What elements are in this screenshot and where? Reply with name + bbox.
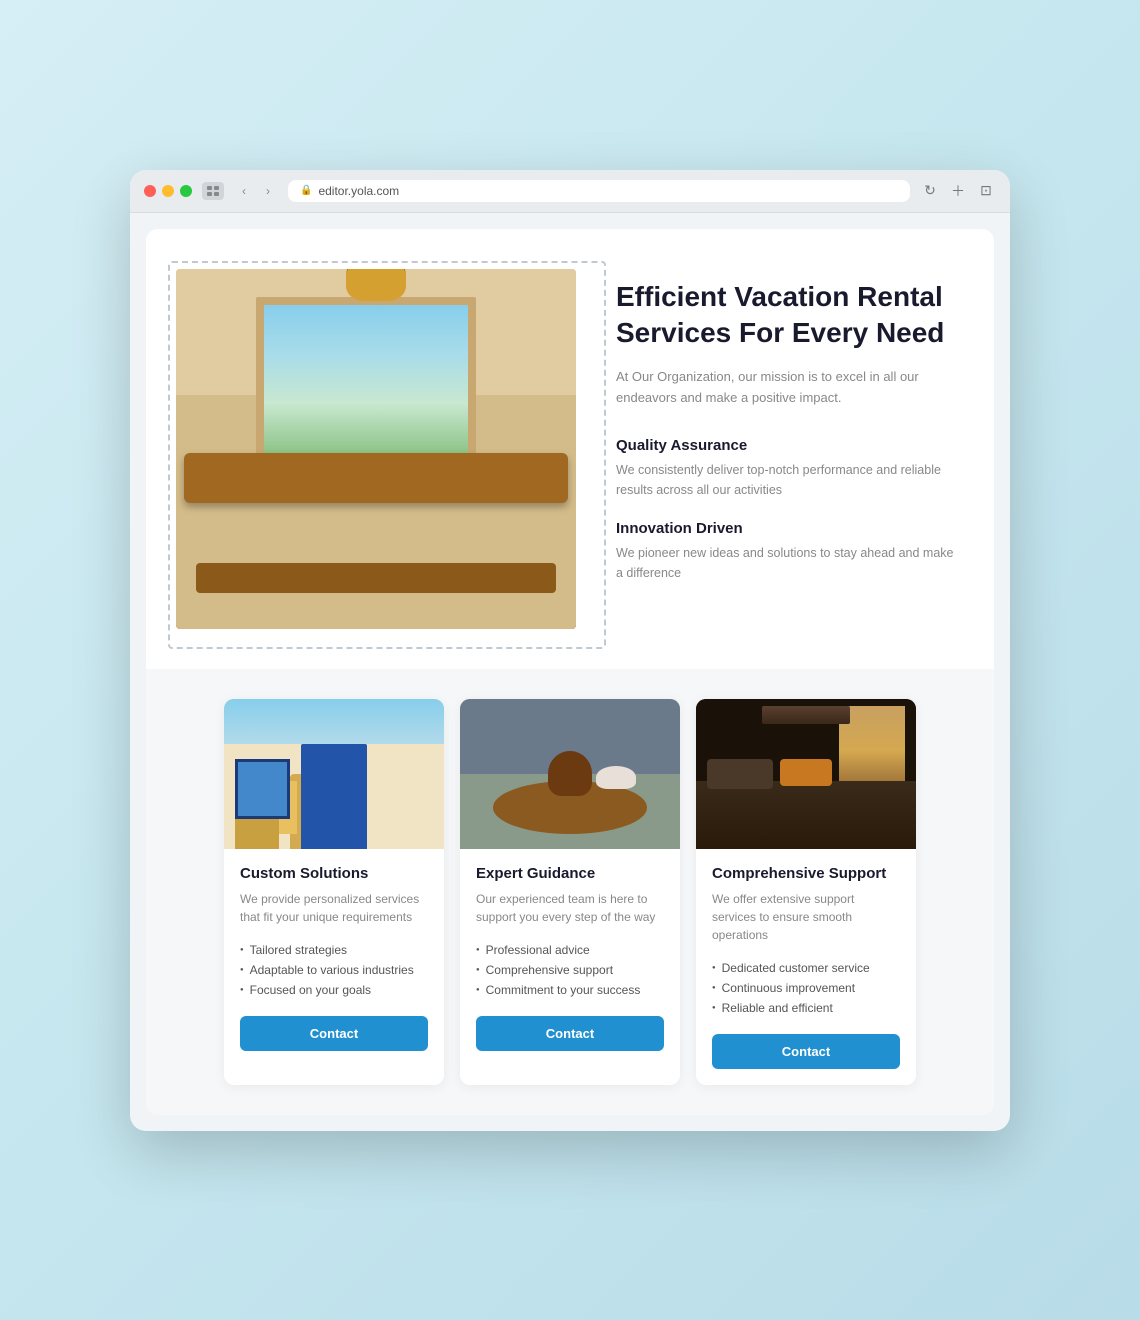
pillow2 bbox=[780, 759, 833, 786]
hero-text: Efficient Vacation Rental Services For E… bbox=[616, 269, 954, 603]
list-item: Dedicated customer service bbox=[712, 958, 900, 978]
bedroom-bed bbox=[696, 781, 916, 849]
lock-icon: 🔒 bbox=[300, 185, 312, 196]
contact-button-2[interactable]: Contact bbox=[476, 1016, 664, 1051]
add-tab-button[interactable]: ＋ bbox=[948, 181, 968, 201]
browser-actions: ↻ ＋ ⊡ bbox=[920, 181, 996, 201]
ceiling-fixture bbox=[762, 706, 850, 724]
cards-section: Custom Solutions We provide personalized… bbox=[146, 669, 994, 1115]
extensions-button[interactable]: ⊡ bbox=[976, 181, 996, 201]
card-2-desc: Our experienced team is here to support … bbox=[476, 890, 664, 926]
coffee-table-scene bbox=[460, 699, 680, 849]
dining-room-scene bbox=[176, 269, 576, 629]
list-item: Comprehensive support bbox=[476, 960, 664, 980]
side-window bbox=[235, 759, 290, 819]
refresh-button[interactable]: ↻ bbox=[920, 181, 940, 201]
hero-image bbox=[176, 269, 576, 629]
card-1-title: Custom Solutions bbox=[240, 865, 428, 882]
address-bar[interactable]: 🔒 editor.yola.com bbox=[288, 180, 910, 202]
white-bowl bbox=[596, 766, 636, 789]
minimize-button[interactable] bbox=[162, 185, 174, 197]
exterior-scene bbox=[224, 699, 444, 849]
card-1-desc: We provide personalized services that fi… bbox=[240, 890, 428, 926]
contact-button-1[interactable]: Contact bbox=[240, 1016, 428, 1051]
card-3-image bbox=[696, 699, 916, 849]
lamp bbox=[346, 269, 406, 301]
card-expert-guidance: Expert Guidance Our experienced team is … bbox=[460, 699, 680, 1085]
maximize-button[interactable] bbox=[180, 185, 192, 197]
list-item: Focused on your goals bbox=[240, 980, 428, 1000]
hero-subtitle: At Our Organization, our mission is to e… bbox=[616, 367, 954, 409]
hero-title: Efficient Vacation Rental Services For E… bbox=[616, 279, 954, 352]
card-3-desc: We offer extensive support services to e… bbox=[712, 890, 900, 944]
feature-quality-title: Quality Assurance bbox=[616, 437, 954, 454]
hero-section: Efficient Vacation Rental Services For E… bbox=[146, 229, 994, 669]
list-item: Adaptable to various industries bbox=[240, 960, 428, 980]
card-1-image bbox=[224, 699, 444, 849]
contact-button-3[interactable]: Contact bbox=[712, 1034, 900, 1069]
browser-window: ‹ › 🔒 editor.yola.com ↻ ＋ ⊡ bbox=[130, 170, 1010, 1131]
feature-innovation: Innovation Driven We pioneer new ideas a… bbox=[616, 520, 954, 583]
feature-innovation-title: Innovation Driven bbox=[616, 520, 954, 537]
card-3-body: Comprehensive Support We offer extensive… bbox=[696, 849, 916, 1085]
page-content: Efficient Vacation Rental Services For E… bbox=[146, 229, 994, 1115]
window bbox=[256, 297, 476, 477]
table-top bbox=[184, 453, 568, 503]
pinecone bbox=[548, 751, 592, 796]
card-2-image bbox=[460, 699, 680, 849]
close-button[interactable] bbox=[144, 185, 156, 197]
list-item: Tailored strategies bbox=[240, 940, 428, 960]
browser-nav: ‹ › bbox=[234, 181, 278, 201]
card-custom-solutions: Custom Solutions We provide personalized… bbox=[224, 699, 444, 1085]
list-item: Continuous improvement bbox=[712, 978, 900, 998]
card-1-list: Tailored strategies Adaptable to various… bbox=[240, 940, 428, 1000]
forward-button[interactable]: › bbox=[258, 181, 278, 201]
card-comprehensive-support: Comprehensive Support We offer extensive… bbox=[696, 699, 916, 1085]
card-2-body: Expert Guidance Our experienced team is … bbox=[460, 849, 680, 1067]
feature-quality: Quality Assurance We consistently delive… bbox=[616, 437, 954, 500]
blue-door bbox=[301, 744, 367, 849]
back-button[interactable]: ‹ bbox=[234, 181, 254, 201]
card-3-list: Dedicated customer service Continuous im… bbox=[712, 958, 900, 1018]
list-item: Commitment to your success bbox=[476, 980, 664, 1000]
url-text: editor.yola.com bbox=[318, 184, 399, 198]
pillow1 bbox=[707, 759, 773, 789]
hero-image-container bbox=[176, 269, 576, 629]
card-2-title: Expert Guidance bbox=[476, 865, 664, 882]
feature-quality-desc: We consistently deliver top-notch perfor… bbox=[616, 460, 954, 500]
card-3-title: Comprehensive Support bbox=[712, 865, 900, 882]
browser-chrome: ‹ › 🔒 editor.yola.com ↻ ＋ ⊡ bbox=[130, 170, 1010, 213]
tab-switcher-button[interactable] bbox=[202, 182, 224, 200]
list-item: Reliable and efficient bbox=[712, 998, 900, 1018]
table-legs bbox=[196, 563, 556, 593]
bedroom-scene bbox=[696, 699, 916, 849]
feature-innovation-desc: We pioneer new ideas and solutions to st… bbox=[616, 543, 954, 583]
card-1-body: Custom Solutions We provide personalized… bbox=[224, 849, 444, 1067]
traffic-lights bbox=[144, 185, 192, 197]
list-item: Professional advice bbox=[476, 940, 664, 960]
card-2-list: Professional advice Comprehensive suppor… bbox=[476, 940, 664, 1000]
